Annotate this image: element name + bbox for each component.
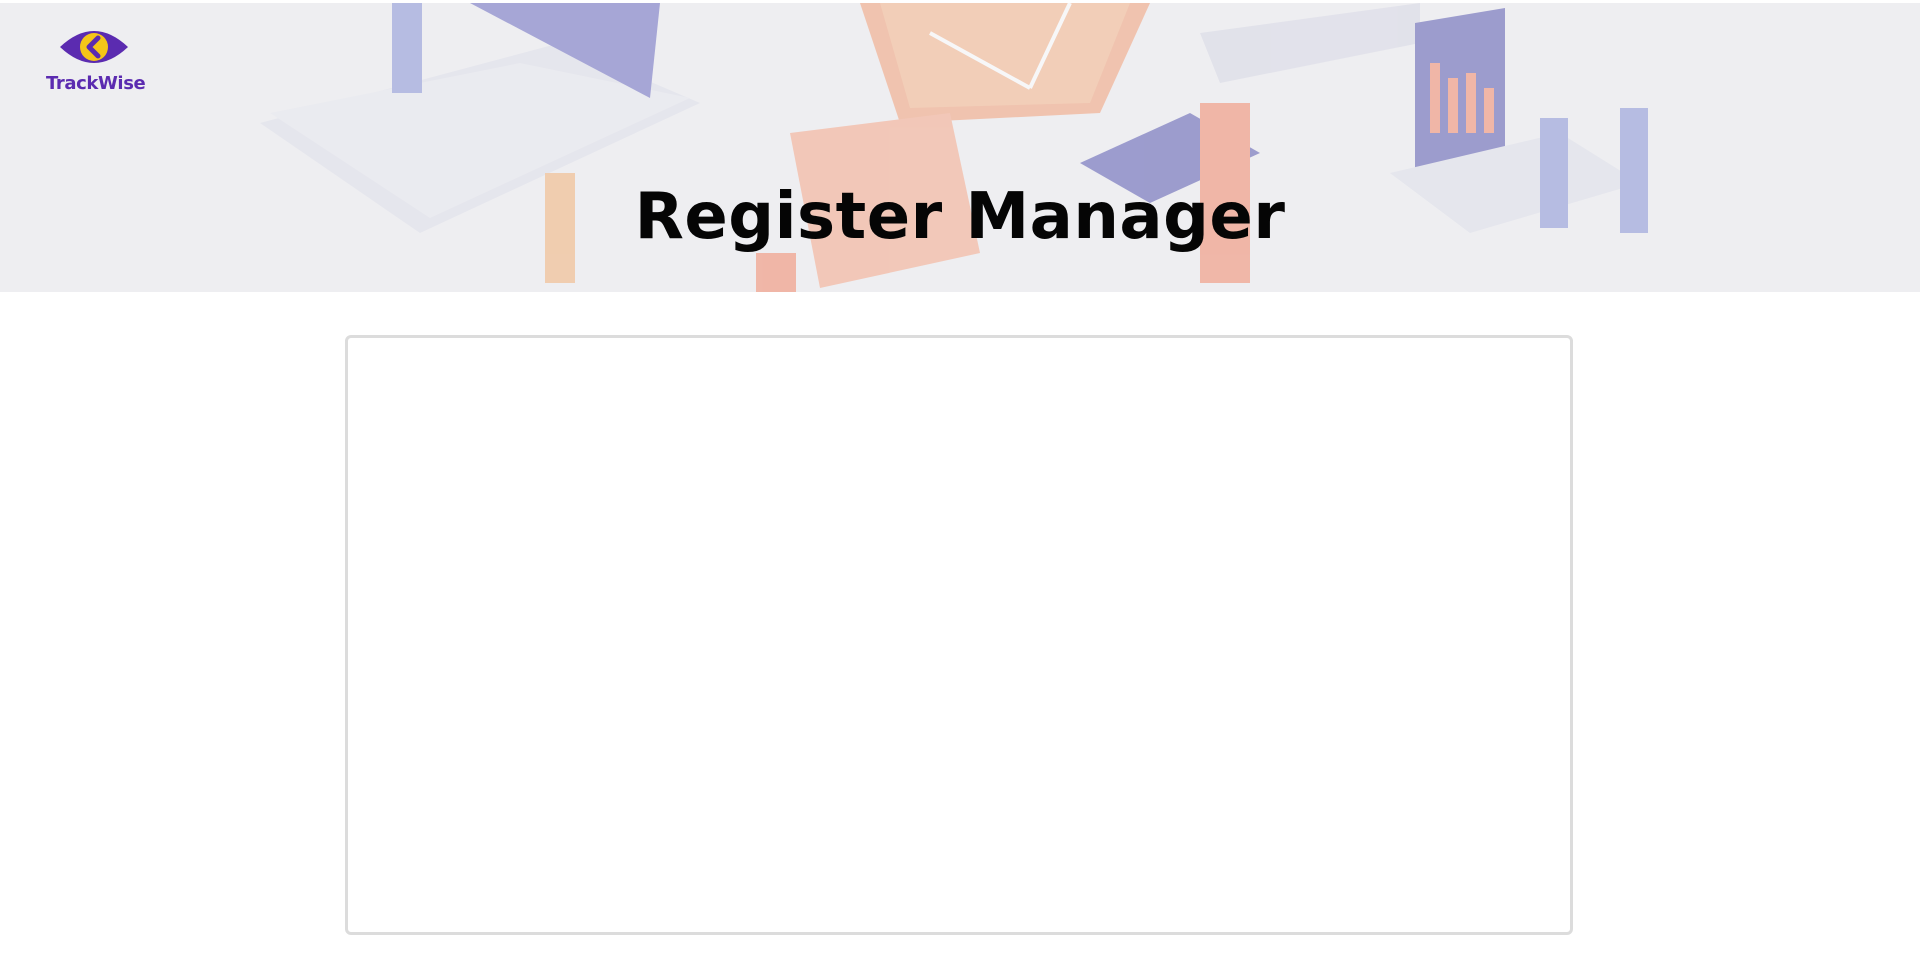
register-manager-page: TrackWise Register Manager [0,0,1920,974]
page-title: Register Manager [634,180,1286,254]
brand-name: TrackWise [46,73,146,94]
register-form-container [345,335,1573,935]
trackwise-logo[interactable]: TrackWise [46,21,146,101]
hero-banner: TrackWise Register Manager [0,3,1920,292]
eye-logo-icon [60,31,128,63]
